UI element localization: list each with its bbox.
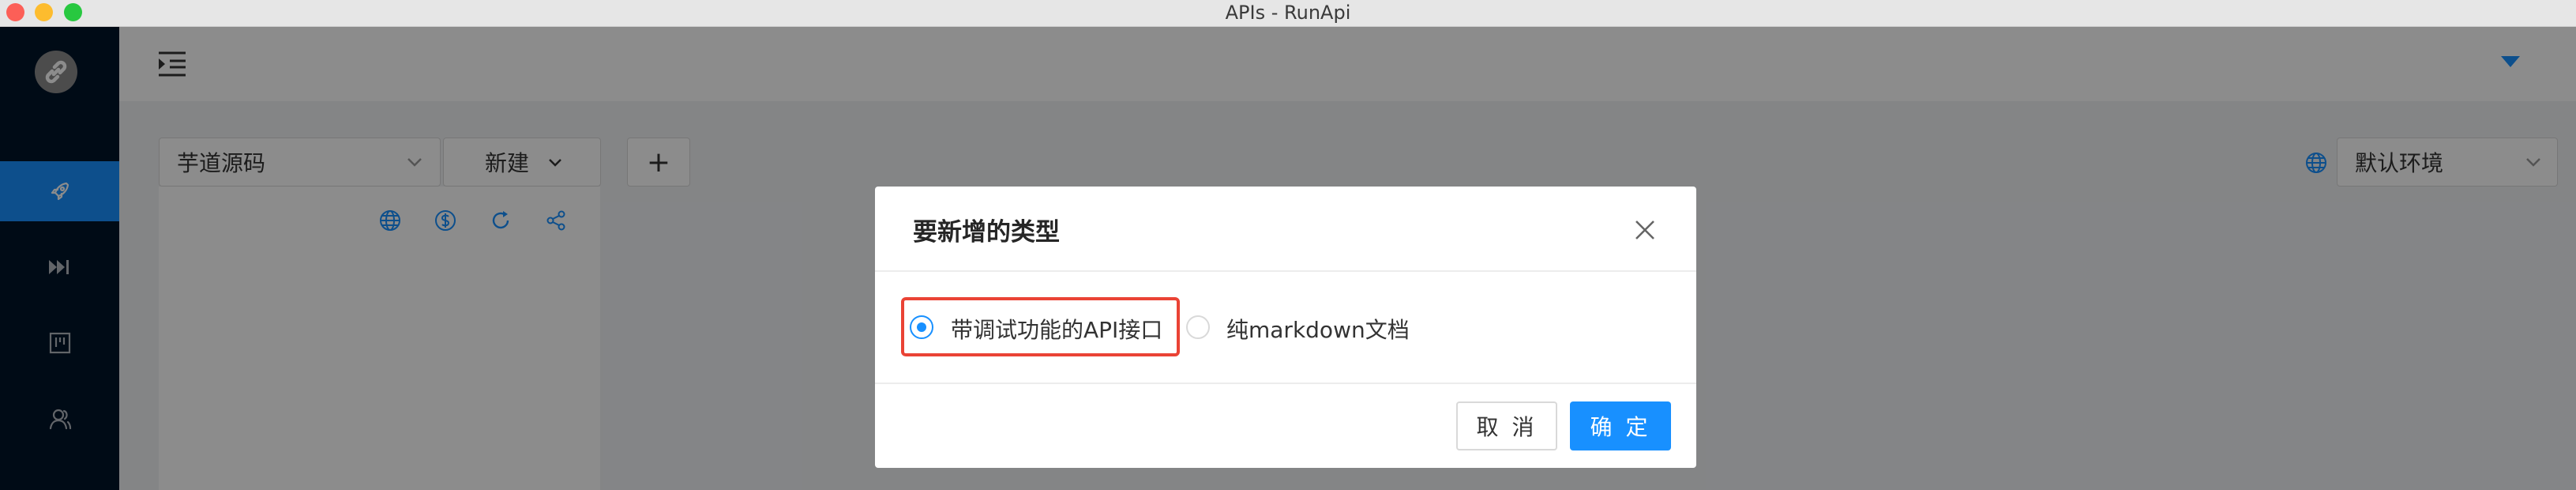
modal-title: 要新增的类型: [913, 218, 1060, 247]
new-type-modal: 要新增的类型 带调试功能的API接口 纯markdown文档 取 消 确 定: [875, 187, 1696, 468]
window-title: APIs - RunApi: [1225, 2, 1351, 24]
cancel-button[interactable]: 取 消: [1456, 401, 1557, 450]
modal-header-divider: [875, 270, 1696, 272]
modal-footer-divider: [875, 383, 1696, 384]
radio-api-interface[interactable]: [910, 315, 933, 339]
ok-button[interactable]: 确 定: [1570, 401, 1671, 450]
window-titlebar: APIs - RunApi: [0, 0, 2576, 27]
close-icon[interactable]: [1633, 218, 1657, 242]
radio-api-interface-label[interactable]: 带调试功能的API接口: [951, 313, 1162, 345]
radio-markdown-doc[interactable]: [1186, 315, 1210, 339]
radio-markdown-doc-label[interactable]: 纯markdown文档: [1226, 313, 1410, 345]
